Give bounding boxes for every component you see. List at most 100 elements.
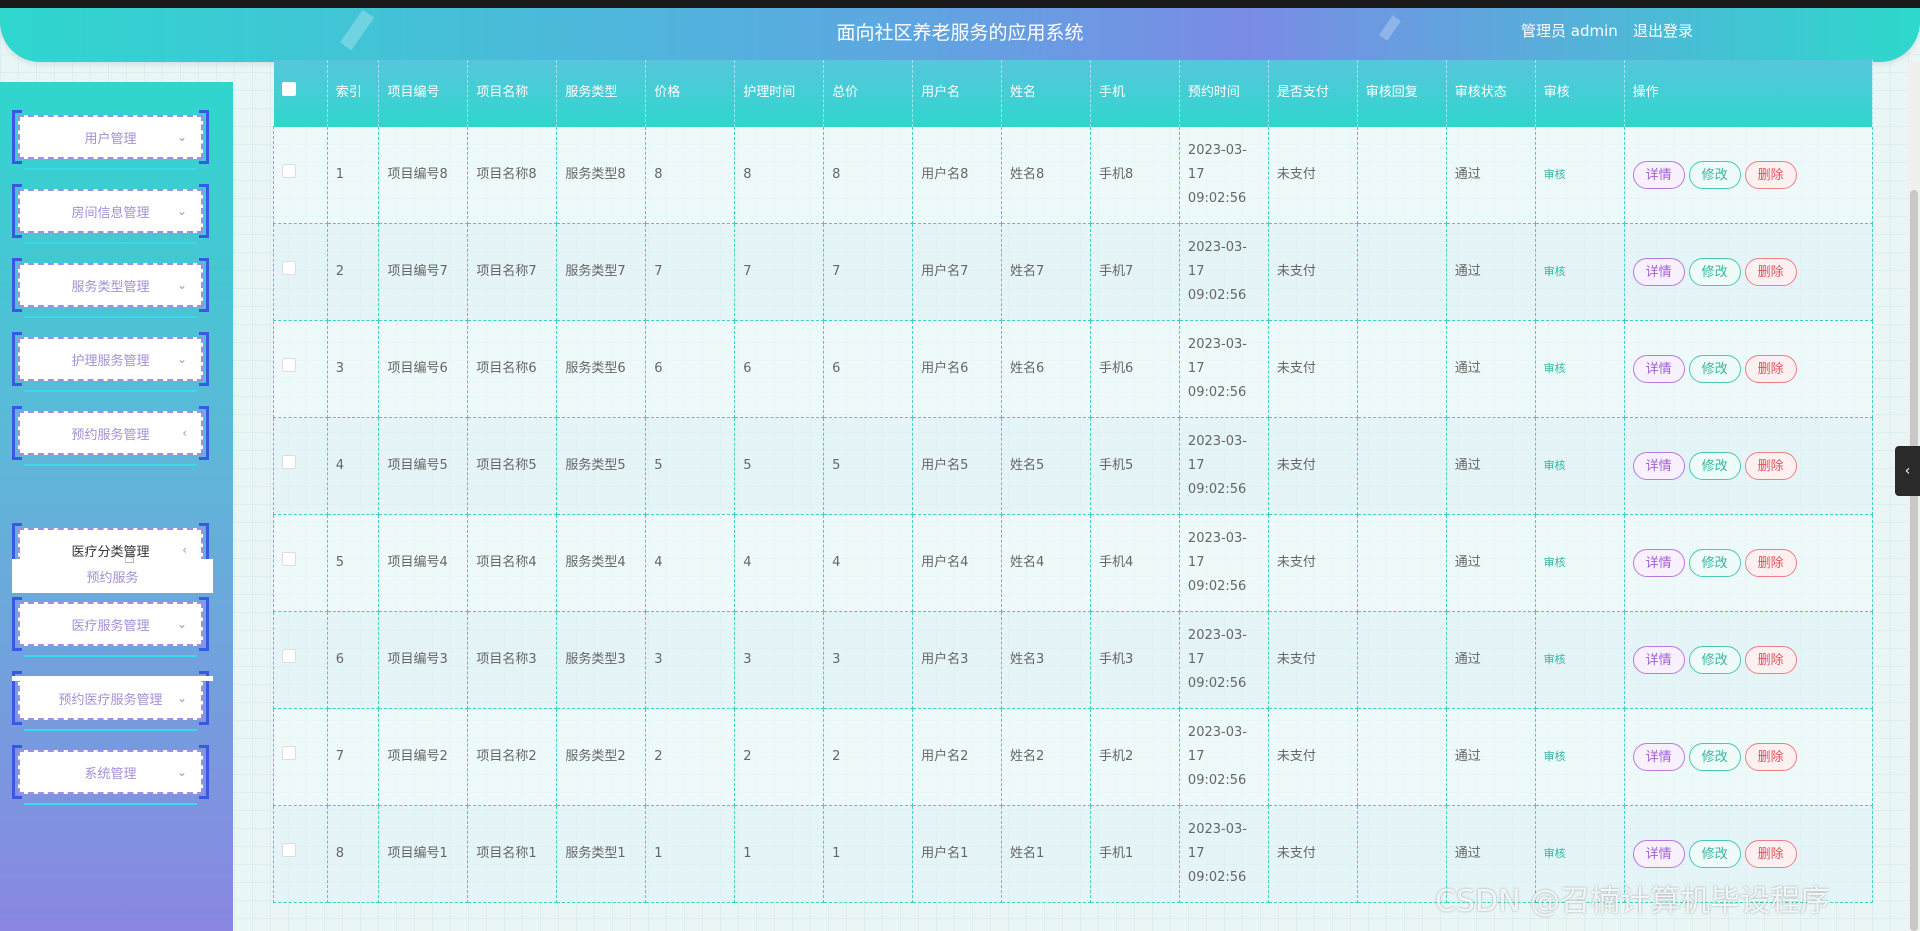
sidebar-item-button[interactable]: 用户管理 ⌄ <box>18 115 203 159</box>
cell-type: 服务类型7 <box>556 223 647 321</box>
edit-button[interactable]: 修改 <box>1688 743 1741 771</box>
sidebar-item-button[interactable]: 预约医疗服务管理 ⌄ <box>18 676 203 720</box>
row-select-cell[interactable] <box>273 320 328 418</box>
column-header: 项目名称 <box>467 60 558 127</box>
edit-button[interactable]: 修改 <box>1688 355 1741 383</box>
cell-name: 项目名称6 <box>467 320 558 418</box>
row-select-cell[interactable] <box>273 708 328 806</box>
cell-code: 项目编号6 <box>378 320 469 418</box>
sidebar-item-label: 预约医疗服务管理 <box>58 692 163 708</box>
select-all-checkbox[interactable] <box>281 82 296 96</box>
table-row: 1 项目编号8 项目名称8 服务类型8 8 8 8 用户名8 姓名8 手机8 2023-03-17 … <box>273 126 1874 224</box>
audit-link[interactable]: 审核 <box>1544 459 1566 472</box>
detail-button[interactable]: 详情 <box>1632 258 1685 286</box>
delete-button[interactable]: 删除 <box>1744 743 1797 771</box>
watermark: CSDN @召楠计算机毕设程序 <box>1435 884 1831 919</box>
vertical-scrollbar[interactable] <box>1908 62 1920 931</box>
row-checkbox[interactable] <box>282 552 296 566</box>
cell-code: 项目编号5 <box>378 417 469 515</box>
cell-phone: 手机5 <box>1089 417 1180 515</box>
cell-audit: 审核 <box>1534 126 1625 224</box>
column-header: 手机 <box>1090 60 1180 127</box>
row-select-cell[interactable] <box>273 223 328 321</box>
edit-button[interactable]: 修改 <box>1688 258 1741 286</box>
delete-button[interactable]: 删除 <box>1744 258 1797 286</box>
cell-code: 项目编号7 <box>378 223 469 321</box>
delete-button[interactable]: 删除 <box>1744 355 1797 383</box>
detail-button[interactable]: 详情 <box>1632 743 1685 771</box>
sidebar-item[interactable]: 医疗服务管理 ⌄ <box>12 597 209 657</box>
scrollbar-thumb[interactable] <box>1910 190 1918 931</box>
cell-name: 项目名称8 <box>467 126 558 224</box>
edit-button[interactable]: 修改 <box>1688 840 1741 868</box>
detail-button[interactable]: 详情 <box>1632 549 1685 577</box>
edit-button[interactable]: 修改 <box>1688 549 1741 577</box>
audit-link[interactable]: 审核 <box>1544 556 1566 569</box>
sidebar-item-button[interactable]: 系统管理 ⌄ <box>18 750 203 794</box>
logout-link[interactable]: 退出登录 <box>1633 20 1693 41</box>
edit-button[interactable]: 修改 <box>1688 646 1741 674</box>
detail-button[interactable]: 详情 <box>1632 646 1685 674</box>
delete-button[interactable]: 删除 <box>1744 646 1797 674</box>
row-select-cell[interactable] <box>273 805 328 903</box>
edit-button[interactable]: 修改 <box>1688 452 1741 480</box>
row-checkbox[interactable] <box>282 843 296 857</box>
cell-date: 2023-03-17 09:02:56 <box>1178 805 1269 903</box>
audit-link[interactable]: 审核 <box>1544 265 1566 278</box>
sidebar-item-button[interactable]: 医疗服务管理 ⌄ <box>18 602 203 646</box>
frame-underline <box>24 803 197 805</box>
row-checkbox[interactable] <box>282 261 296 275</box>
column-header: 护理时间 <box>734 60 825 127</box>
column-header: 索引 <box>327 60 380 127</box>
row-checkbox[interactable] <box>282 358 296 372</box>
sidebar-item[interactable]: 服务类型管理 ⌄ <box>12 258 209 318</box>
chevron-left-icon[interactable]: ‹ <box>1895 446 1920 496</box>
chevron-icon: ‹ <box>182 426 187 440</box>
row-select-cell[interactable] <box>273 514 328 612</box>
cell-username: 用户名1 <box>912 805 1003 903</box>
sidebar-item[interactable]: 预约服务管理 ‹ <box>12 406 209 466</box>
detail-button[interactable]: 详情 <box>1632 355 1685 383</box>
row-checkbox[interactable] <box>282 649 296 663</box>
sidebar-item[interactable]: 用户管理 ⌄ <box>12 110 209 170</box>
row-select-cell[interactable] <box>273 126 328 224</box>
row-checkbox[interactable] <box>282 746 296 760</box>
cell-paid: 未支付 <box>1267 805 1358 903</box>
audit-link[interactable]: 审核 <box>1544 168 1566 181</box>
cell-status: 通过 <box>1445 708 1536 806</box>
sidebar-item[interactable]: 房间信息管理 ⌄ <box>12 184 209 244</box>
sidebar-item-button[interactable]: 护理服务管理 ⌄ <box>18 337 203 381</box>
detail-button[interactable]: 详情 <box>1632 840 1685 868</box>
delete-button[interactable]: 删除 <box>1744 452 1797 480</box>
detail-button[interactable]: 详情 <box>1632 452 1685 480</box>
sidebar-item[interactable]: 系统管理 ⌄ <box>12 745 209 805</box>
sidebar-subitem-booking-service[interactable]: 预约服务 <box>12 559 213 593</box>
row-checkbox[interactable] <box>282 455 296 469</box>
audit-link[interactable]: 审核 <box>1544 847 1566 860</box>
delete-button[interactable]: 删除 <box>1744 840 1797 868</box>
delete-button[interactable]: 删除 <box>1744 549 1797 577</box>
chevron-icon: ⌄ <box>176 204 187 218</box>
sidebar-item[interactable]: 护理服务管理 ⌄ <box>12 332 209 392</box>
audit-link[interactable]: 审核 <box>1544 750 1566 763</box>
cell-type: 服务类型6 <box>556 320 647 418</box>
cell-actions: 详情 修改 删除 <box>1623 708 1874 806</box>
sidebar-item-button[interactable]: 预约服务管理 ‹ <box>18 411 203 455</box>
column-header: 审核状态 <box>1446 60 1536 127</box>
audit-link[interactable]: 审核 <box>1544 653 1566 666</box>
sidebar-item-button[interactable]: 服务类型管理 ⌄ <box>18 263 203 307</box>
table-row: 4 项目编号5 项目名称5 服务类型5 5 5 5 用户名5 姓名5 手机5 2023-03-17 … <box>273 417 1874 515</box>
edit-button[interactable]: 修改 <box>1688 161 1741 189</box>
select-all-cell[interactable] <box>273 60 328 127</box>
row-select-cell[interactable] <box>273 611 328 709</box>
audit-link[interactable]: 审核 <box>1544 362 1566 375</box>
cell-name: 项目名称1 <box>467 805 558 903</box>
row-select-cell[interactable] <box>273 417 328 515</box>
cell-status: 通过 <box>1445 126 1536 224</box>
detail-button[interactable]: 详情 <box>1632 161 1685 189</box>
cell-reply <box>1356 223 1447 321</box>
delete-button[interactable]: 删除 <box>1744 161 1797 189</box>
row-checkbox[interactable] <box>282 164 296 178</box>
sidebar-item-button[interactable]: 房间信息管理 ⌄ <box>18 189 203 233</box>
cell-date: 2023-03-17 09:02:56 <box>1178 320 1269 418</box>
